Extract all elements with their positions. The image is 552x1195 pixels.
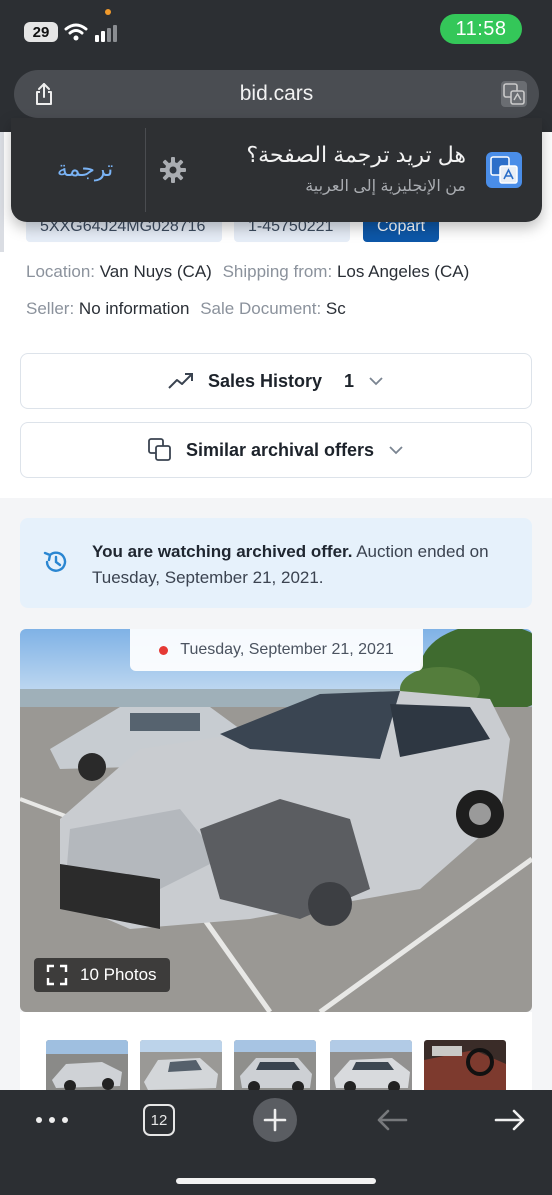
photos-count-label: 10 Photos	[80, 965, 157, 984]
status-dot	[159, 645, 169, 655]
fullscreen-icon	[46, 964, 68, 986]
shipping-label: Shipping from:	[222, 262, 333, 281]
status-bar: 29 11:58	[0, 0, 552, 60]
back-button[interactable]	[372, 1100, 412, 1140]
chevron-down-icon	[388, 445, 404, 455]
sales-history-label: Sales History	[207, 370, 323, 391]
sale-document-value: Sc	[325, 299, 346, 318]
seller-label: Seller:	[26, 299, 75, 318]
chevron-down-icon	[368, 376, 384, 386]
arrow-left-icon	[377, 1109, 408, 1131]
page-content: 5XXG64J24MG028716 1-45750221 Copart Loca…	[0, 132, 552, 1090]
browser-top-bar: 29 11:58 bid.cars	[0, 0, 552, 132]
archived-notice-text: You are watching archived offer. Auction…	[92, 539, 512, 591]
battery-indicator: 29	[24, 22, 58, 42]
ellipsis-icon	[36, 1117, 68, 1123]
browser-toolbar: 12	[0, 1090, 552, 1195]
more-menu-button[interactable]	[30, 1100, 74, 1140]
translate-glyph-icon	[503, 83, 525, 105]
privacy-indicator-dot	[105, 9, 111, 15]
location-value: Van Nuys (CA)	[99, 262, 212, 281]
divider	[145, 128, 146, 212]
auction-date: Tuesday, September 21, 2021	[180, 641, 394, 658]
similar-offers-accordion[interactable]: Similar archival offers	[20, 422, 532, 478]
thumbnail[interactable]	[234, 1040, 316, 1090]
seller-value: No information	[78, 299, 190, 318]
archived-notice-bold: You are watching archived offer.	[92, 542, 353, 561]
thumbnail[interactable]	[424, 1040, 506, 1090]
arrow-right-icon	[494, 1109, 525, 1131]
translate-button[interactable]: ترجمة	[41, 152, 129, 186]
forward-button[interactable]	[490, 1100, 530, 1140]
thumbnail[interactable]	[140, 1040, 222, 1090]
location-label: Location:	[26, 262, 95, 281]
clock: 11:58	[440, 14, 522, 44]
location-row: Location: Van Nuys (CA) Shipping from: L…	[26, 262, 469, 282]
url-text[interactable]: bid.cars	[14, 82, 539, 106]
tab-switcher-button[interactable]: 12	[142, 1100, 176, 1140]
translate-popup: ترجمة هل تريد ترجمة الصفحة؟ من الإنجليزي…	[11, 118, 542, 222]
translate-icon[interactable]	[501, 81, 527, 107]
thumbnail[interactable]	[330, 1040, 412, 1090]
home-indicator	[176, 1178, 376, 1184]
archived-notice: You are watching archived offer. Auction…	[20, 518, 532, 608]
similar-offers-label: Similar archival offers	[185, 439, 375, 460]
thumbnail[interactable]	[46, 1040, 128, 1090]
new-tab-button[interactable]	[252, 1098, 298, 1142]
history-icon	[43, 551, 67, 572]
tab-count: 12	[143, 1104, 175, 1136]
photos-count-button[interactable]: 10 Photos	[34, 958, 170, 992]
vehicle-photo[interactable]	[20, 629, 532, 1012]
auction-date-pill: Tuesday, September 21, 2021	[130, 629, 423, 671]
translate-logo-icon	[486, 152, 522, 188]
sale-document-label: Sale Document:	[200, 299, 322, 318]
copy-icon	[148, 438, 172, 462]
shipping-value: Los Angeles (CA)	[336, 262, 470, 281]
sales-history-accordion[interactable]: Sales History 1	[20, 353, 532, 409]
cellular-signal-icon	[95, 25, 117, 42]
gear-icon[interactable]	[159, 156, 187, 184]
plus-icon	[253, 1098, 297, 1142]
translate-title: هل تريد ترجمة الصفحة؟	[246, 142, 466, 167]
address-bar[interactable]: bid.cars	[14, 70, 539, 118]
trend-up-icon	[168, 372, 194, 390]
translate-subtitle: من الإنجليزية إلى العربية	[305, 178, 466, 195]
seller-row: Seller: No information Sale Document: Sc	[26, 299, 346, 319]
thumbnail-strip	[20, 1012, 532, 1090]
sales-history-count: 1	[344, 370, 355, 391]
wifi-icon	[64, 23, 88, 41]
scroll-edge	[0, 132, 4, 252]
